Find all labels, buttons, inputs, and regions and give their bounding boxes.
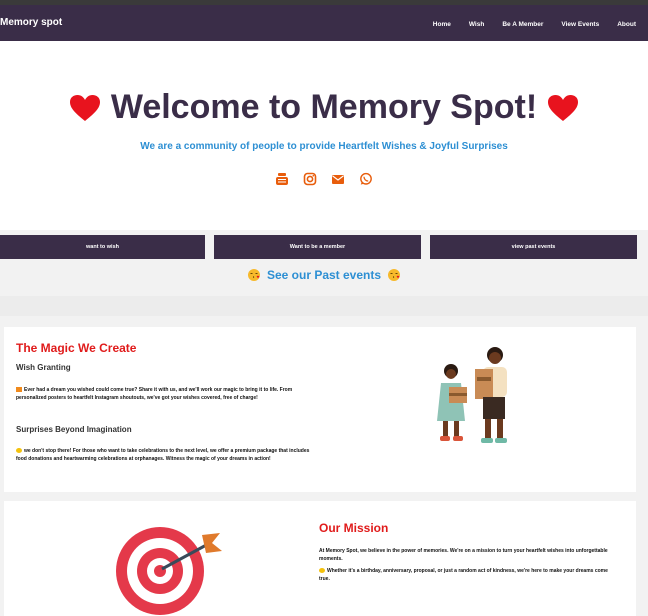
surprises-heading: Surprises Beyond Imagination — [16, 425, 132, 434]
heart-icon — [69, 94, 100, 121]
nav-wish[interactable]: Wish — [469, 21, 484, 28]
past-events-label: See our Past events — [266, 268, 382, 282]
sparkle-icon — [16, 448, 22, 453]
mission-text-1: At Memory Spot, we believe in the power … — [319, 548, 608, 562]
cta-button-row: want to wish Want to be a member view pa… — [0, 235, 648, 259]
magic-card: The Magic We Create Wish Granting Ever h… — [4, 327, 636, 492]
want-to-be-member-button[interactable]: Want to be a member — [214, 235, 421, 259]
magic-title: The Magic We Create — [16, 341, 137, 355]
kissing-face-icon — [388, 269, 401, 281]
hero-subtitle: We are a community of people to provide … — [140, 141, 508, 152]
brand-logo[interactable]: Memory spot — [0, 17, 62, 28]
nav-about[interactable]: About — [617, 21, 636, 28]
people-gifts-illustration — [437, 347, 507, 443]
section-divider — [0, 296, 648, 316]
nav-links: Home Wish Be A Member View Events About — [433, 21, 636, 28]
nav-be-a-member[interactable]: Be A Member — [502, 21, 543, 28]
nav-home[interactable]: Home — [433, 21, 451, 28]
wish-granting-heading: Wish Granting — [16, 363, 71, 372]
navbar: Memory spot Home Wish Be A Member View E… — [0, 5, 648, 41]
past-events-heading[interactable]: See our Past events — [0, 268, 648, 282]
gift-icon — [16, 387, 22, 392]
sparkle-icon — [319, 568, 325, 573]
want-to-wish-button[interactable]: want to wish — [0, 235, 205, 259]
hero-title-text: Welcome to Memory Spot! — [110, 88, 538, 126]
mission-title: Our Mission — [319, 521, 389, 535]
view-past-events-button[interactable]: view past events — [430, 235, 637, 259]
hero-title: Welcome to Memory Spot! — [0, 88, 648, 127]
heart-icon — [548, 94, 579, 121]
mission-card: Our Mission At Memory Spot, we believe i… — [4, 501, 636, 616]
social-links — [0, 172, 648, 186]
whatsapp-icon[interactable] — [359, 172, 373, 186]
youtube-icon[interactable] — [275, 172, 289, 186]
kissing-face-icon — [247, 269, 260, 281]
instagram-icon[interactable] — [303, 172, 317, 186]
nav-view-events[interactable]: View Events — [561, 21, 599, 28]
hero-section: Welcome to Memory Spot! We are a communi… — [0, 41, 648, 230]
target-dart-icon — [116, 527, 222, 615]
email-icon[interactable] — [331, 172, 345, 186]
wish-granting-text: Ever had a dream you wished could come t… — [16, 387, 293, 401]
mission-text-2: Whether it's a birthday, anniversary, pr… — [319, 568, 608, 582]
surprises-text: we don't stop there! For those who want … — [16, 448, 310, 462]
